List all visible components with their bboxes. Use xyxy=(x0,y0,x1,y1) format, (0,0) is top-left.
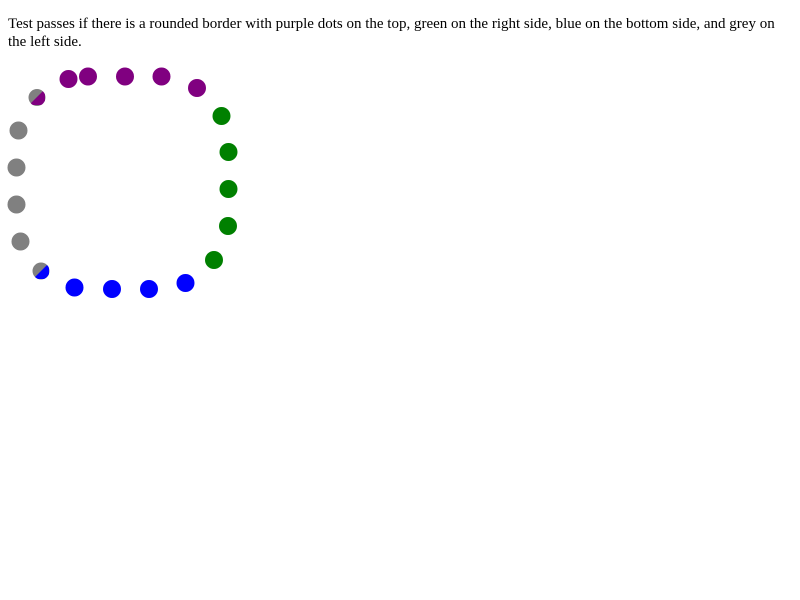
bottom-dot xyxy=(103,280,121,298)
top-dot xyxy=(188,79,206,97)
bottom-dot xyxy=(65,278,84,297)
left-dot xyxy=(7,195,26,214)
corner-dots xyxy=(28,89,50,280)
left-dot xyxy=(9,121,28,140)
bottom-side-dots xyxy=(65,274,195,298)
left-dot xyxy=(7,158,26,177)
left-dot xyxy=(11,232,30,251)
rounded-dotted-border xyxy=(7,67,238,298)
right-dot xyxy=(205,251,223,269)
top-dot xyxy=(79,67,97,86)
top-dot xyxy=(116,67,134,86)
right-dot xyxy=(219,217,237,235)
right-dot xyxy=(219,180,238,198)
left-side-dots xyxy=(7,121,30,251)
top-side-dots xyxy=(59,67,206,97)
top-dot xyxy=(59,70,78,88)
bottom-dot xyxy=(176,274,195,292)
right-dot xyxy=(212,107,231,125)
right-dot xyxy=(219,143,238,161)
right-side-dots xyxy=(205,107,238,269)
bottom-dot xyxy=(140,280,158,298)
top-dot xyxy=(152,67,171,86)
